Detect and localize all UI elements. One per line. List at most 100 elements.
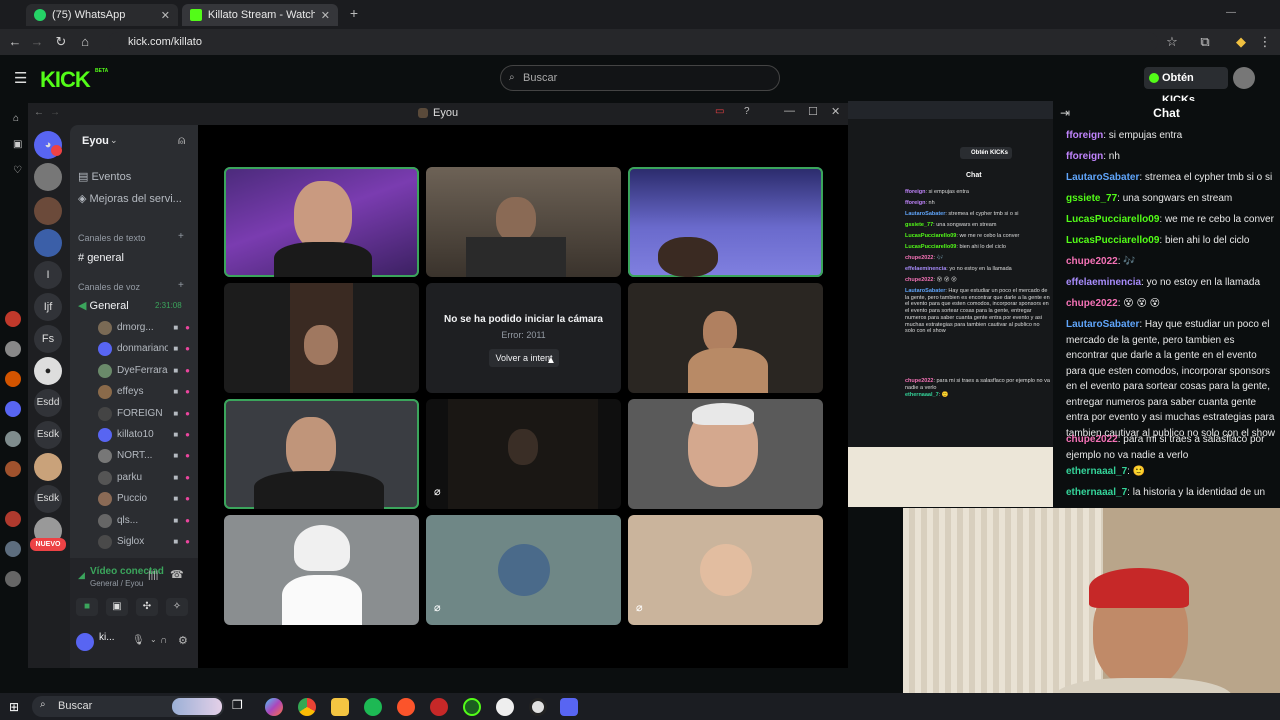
camera-icon[interactable]: ■: [76, 598, 98, 616]
chat-username[interactable]: gssiete_77: [1066, 193, 1117, 204]
forward-icon[interactable]: →: [28, 33, 46, 51]
video-tile[interactable]: [426, 167, 621, 277]
forward-icon[interactable]: →: [50, 107, 60, 118]
channel-general-text[interactable]: # general: [78, 249, 124, 267]
chevron-down-icon[interactable]: ⌄: [150, 635, 157, 644]
search-input[interactable]: Buscar: [500, 65, 780, 91]
channel-avatar[interactable]: [5, 541, 21, 557]
server-item[interactable]: Ijf: [34, 293, 62, 321]
app-icon[interactable]: [496, 698, 514, 716]
voice-user[interactable]: qls... ■ ●: [98, 512, 190, 530]
help-icon[interactable]: ?: [744, 106, 750, 117]
chrome-icon[interactable]: [298, 698, 316, 716]
screen-share-icon[interactable]: ▣: [106, 598, 128, 616]
tab-kick[interactable]: Killato Stream - Watch Live on ✕: [182, 4, 338, 26]
file-explorer-icon[interactable]: [331, 698, 349, 716]
apple-server-icon[interactable]: ●: [34, 357, 62, 385]
screen-share-icon[interactable]: ▭: [715, 106, 724, 117]
sound-icon[interactable]: ||||: [148, 570, 158, 581]
chat-message[interactable]: fforeign: nh: [1066, 149, 1276, 165]
voice-user[interactable]: Siglox ■ ●: [98, 533, 190, 551]
activities-icon[interactable]: ✣: [136, 598, 158, 616]
home-icon[interactable]: ⌂: [13, 113, 19, 124]
channel-events[interactable]: ▤ Eventos: [78, 168, 131, 186]
voice-user[interactable]: donmariano ■ ●: [98, 340, 190, 358]
obs-icon[interactable]: [529, 698, 547, 716]
reload-icon[interactable]: ↻: [52, 33, 70, 51]
chat-message[interactable]: LucasPucciarello09: bien ahi lo del cicl…: [1066, 233, 1276, 249]
channel-avatar[interactable]: [5, 311, 21, 327]
chat-message[interactable]: LautaroSabater: stremea el cypher tmb si…: [1066, 170, 1276, 186]
windows-start-icon[interactable]: ⊞: [9, 700, 19, 714]
disconnect-icon[interactable]: ☎: [170, 568, 184, 581]
server-item[interactable]: Esdd: [34, 389, 62, 417]
video-tile[interactable]: [224, 167, 419, 277]
copilot-icon[interactable]: [265, 698, 283, 716]
voice-user[interactable]: FOREIGN ■ ●: [98, 405, 190, 423]
app-icon[interactable]: [430, 698, 448, 716]
chat-username[interactable]: ethernaaal_7: [1066, 466, 1127, 477]
close-icon[interactable]: ✕: [161, 9, 170, 22]
voice-user[interactable]: dmorg... ■ ●: [98, 319, 190, 337]
channel-avatar[interactable]: [5, 461, 21, 477]
video-tile[interactable]: ⌀: [426, 515, 621, 625]
chat-message[interactable]: fforeign: si empujas entra: [1066, 128, 1276, 144]
taskbar-search[interactable]: ⌕ Buscar: [32, 696, 224, 717]
browse-icon[interactable]: ▣: [13, 139, 22, 150]
brave-icon[interactable]: [397, 698, 415, 716]
chat-username[interactable]: LautaroSabater: [1066, 172, 1139, 183]
menu-icon[interactable]: ⋮: [1256, 33, 1274, 51]
settings-gear-icon[interactable]: ⚙: [178, 634, 188, 647]
hamburger-icon[interactable]: ☰: [14, 69, 27, 87]
url-field[interactable]: kick.com/killato: [108, 32, 1158, 52]
spotify-icon[interactable]: [364, 698, 382, 716]
chat-message[interactable]: chupe2022: 😵 😵 😵: [1066, 296, 1276, 312]
chat-username[interactable]: LautaroSabater: [1066, 319, 1139, 330]
server-item[interactable]: Fs: [34, 325, 62, 353]
channel-boosts[interactable]: ◈ Mejoras del servi...: [78, 190, 182, 208]
chat-message[interactable]: chupe2022: 🎶: [1066, 254, 1276, 270]
server-avatar[interactable]: [34, 197, 62, 225]
server-item[interactable]: Esdk: [34, 421, 62, 449]
video-tile[interactable]: [224, 399, 419, 509]
video-channel[interactable]: General / Eyou: [90, 579, 143, 588]
app-icon[interactable]: [463, 698, 481, 716]
username[interactable]: ki...: [99, 632, 115, 643]
extensions-icon[interactable]: ⧉: [1196, 33, 1214, 51]
server-item[interactable]: Esdk: [34, 485, 62, 513]
video-tile[interactable]: [628, 399, 823, 509]
chat-message[interactable]: ethernaaal_7: 🙂: [1066, 464, 1276, 480]
channel-avatar[interactable]: [5, 371, 21, 387]
server-avatar[interactable]: [34, 229, 62, 257]
video-tile[interactable]: [628, 283, 823, 393]
voice-user[interactable]: Puccio ■ ●: [98, 490, 190, 508]
back-icon[interactable]: ←: [34, 107, 44, 118]
minimize-icon[interactable]: —: [1226, 7, 1236, 18]
chat-username[interactable]: LucasPucciarello09: [1066, 235, 1159, 246]
chat-message[interactable]: LautaroSabater: Hay que estudiar un poco…: [1066, 317, 1276, 441]
chat-username[interactable]: LucasPucciarello09: [1066, 214, 1159, 225]
headphones-icon[interactable]: ∩: [160, 635, 167, 646]
voice-user[interactable]: NORT... ■ ●: [98, 447, 190, 465]
maximize-icon[interactable]: ☐: [808, 105, 818, 118]
bookmark-star-icon[interactable]: ☆: [1163, 33, 1181, 51]
voice-user[interactable]: DyeFerrara ■ ●: [98, 362, 190, 380]
new-tab-button[interactable]: +: [346, 5, 362, 23]
chat-username[interactable]: chupe2022: [1066, 256, 1118, 267]
server-item[interactable]: I: [34, 261, 62, 289]
tab-whatsapp[interactable]: (75) WhatsApp ✕: [26, 4, 178, 26]
video-tile[interactable]: [224, 515, 419, 625]
video-tile[interactable]: ⌀: [628, 515, 823, 625]
voice-user[interactable]: parku ■ ●: [98, 469, 190, 487]
video-tile[interactable]: ⌀: [426, 399, 621, 509]
voice-channels-header[interactable]: Canales de voz: [78, 278, 140, 296]
channel-avatar[interactable]: [5, 401, 21, 417]
chat-message[interactable]: gssiete_77: una songwars en stream: [1066, 191, 1276, 207]
chat-message[interactable]: chupe2022: para mi si traes a salasflaco…: [1066, 432, 1276, 463]
close-icon[interactable]: ✕: [321, 9, 330, 22]
channel-avatar[interactable]: [5, 431, 21, 447]
server-avatar[interactable]: [34, 163, 62, 191]
channel-avatar[interactable]: [5, 341, 21, 357]
chat-username[interactable]: fforeign: [1066, 130, 1103, 141]
server-name[interactable]: Eyou: [82, 135, 109, 147]
